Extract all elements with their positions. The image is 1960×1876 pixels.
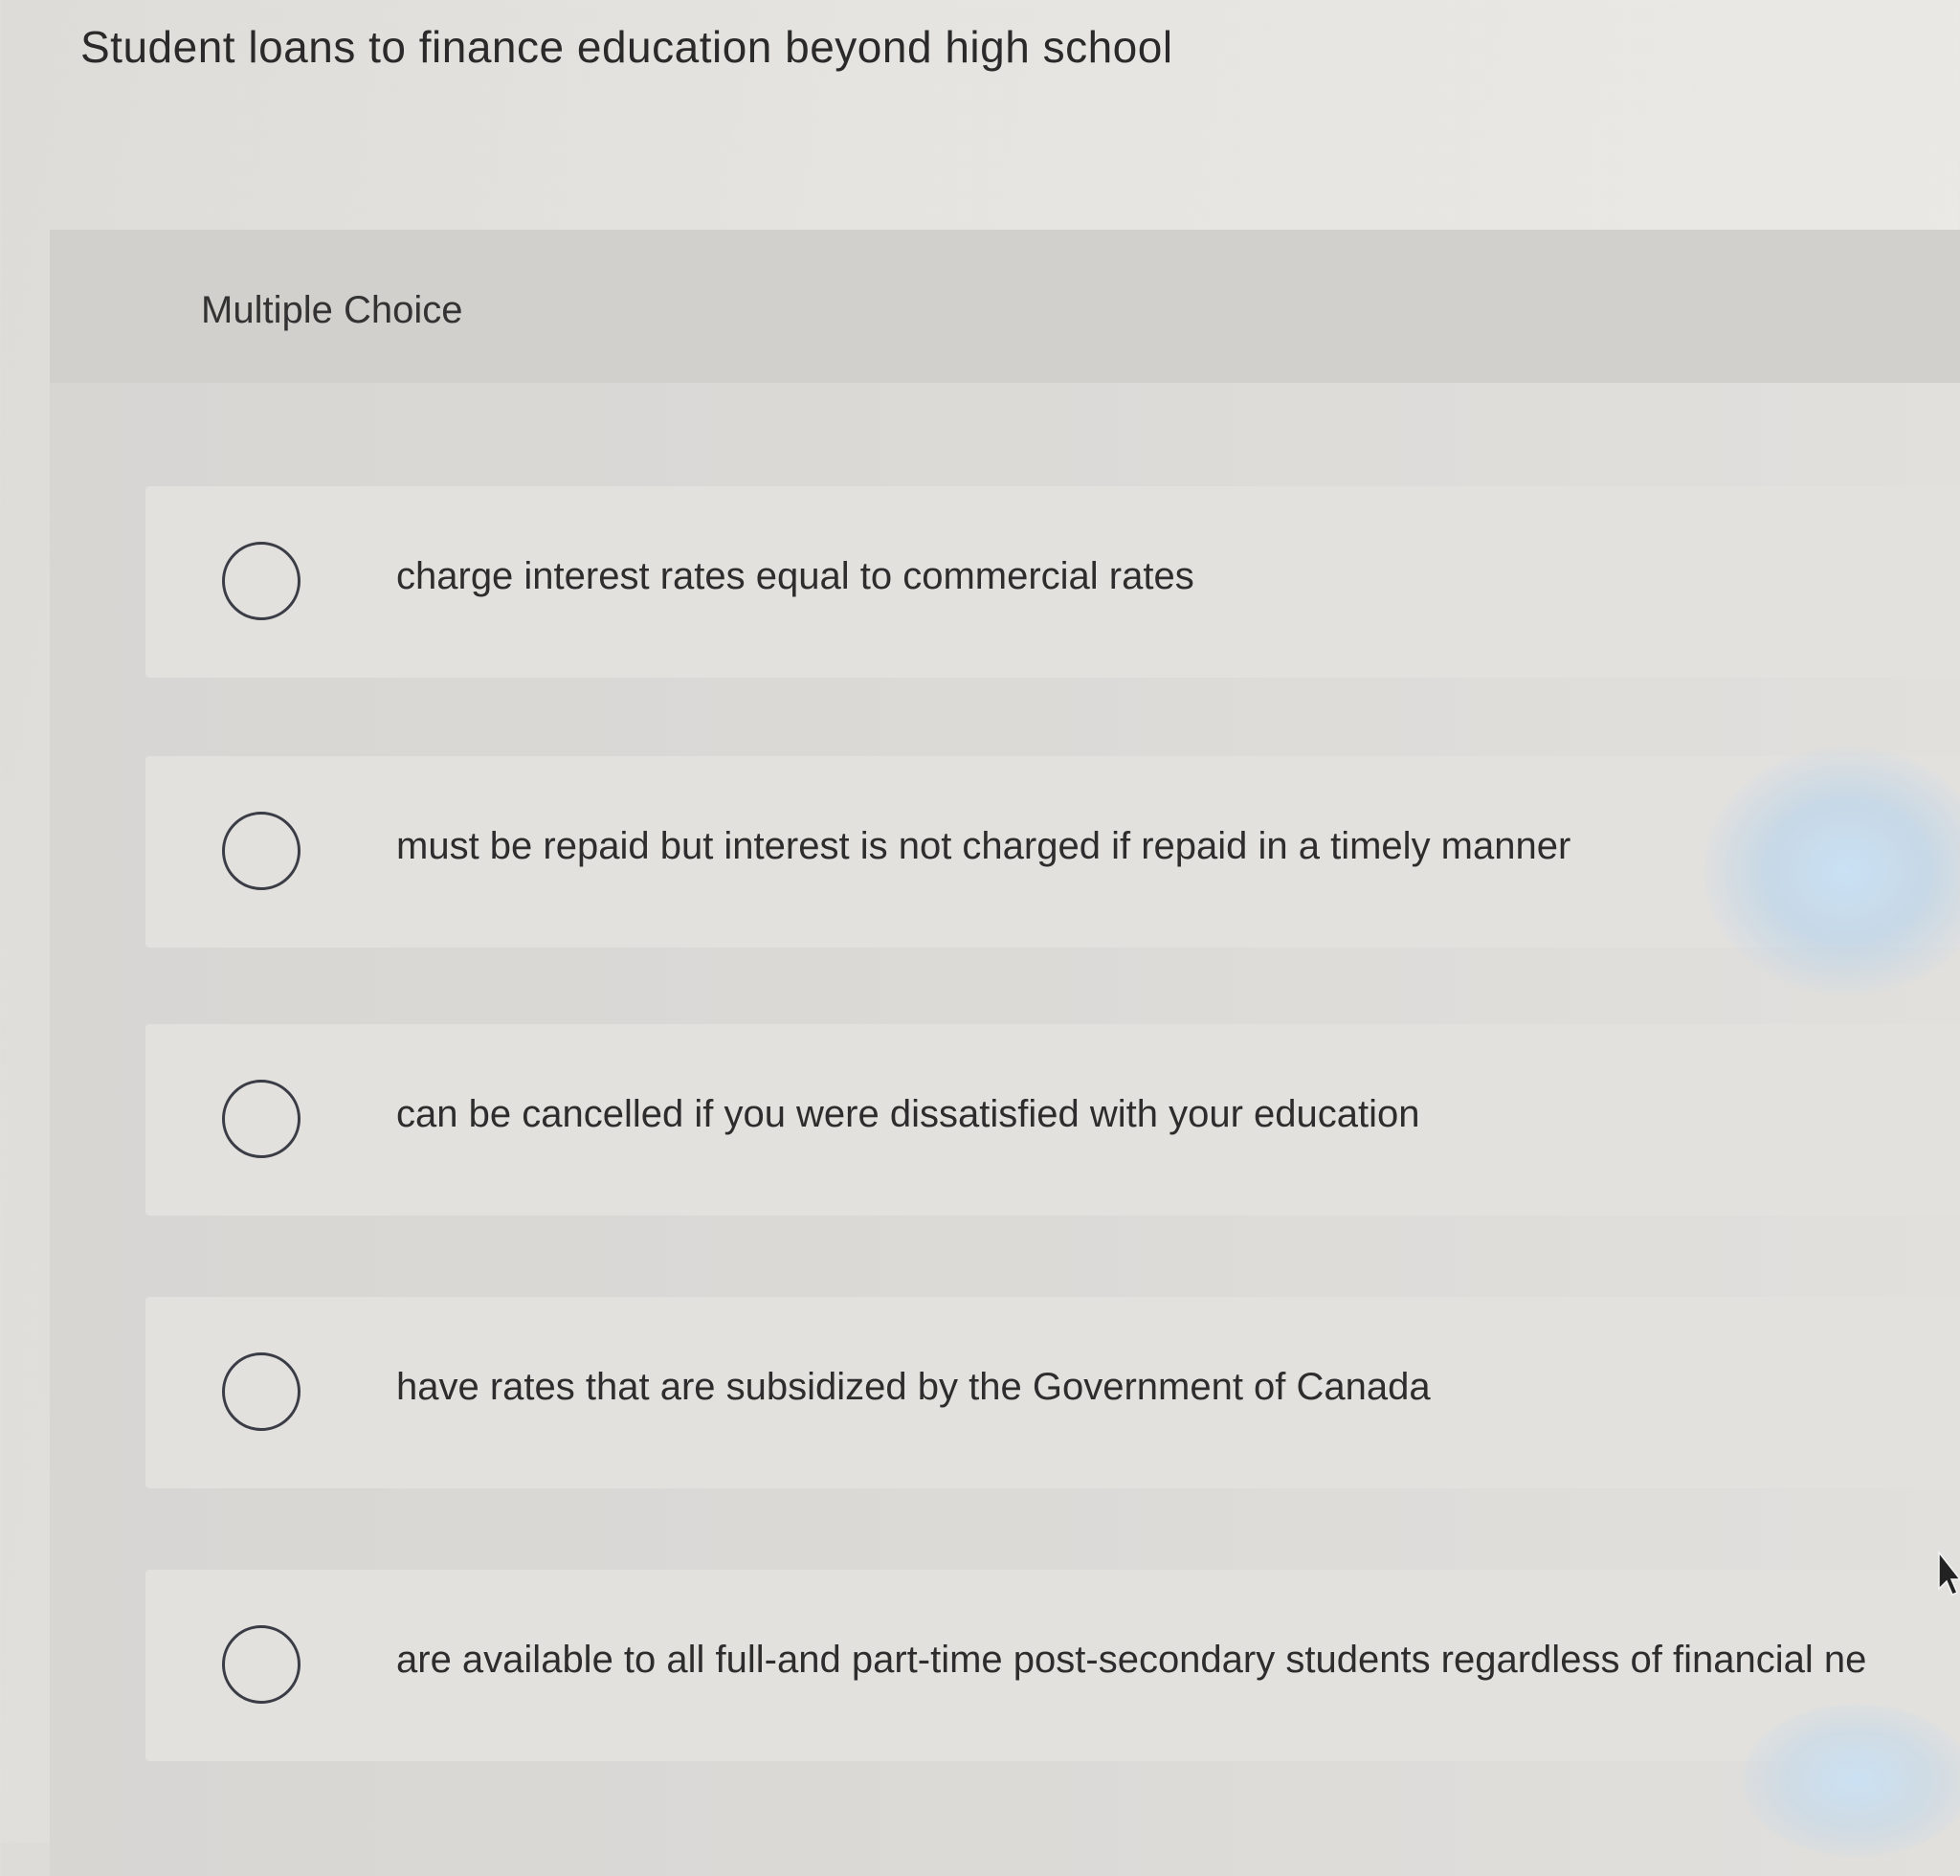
radio-unchecked-icon[interactable]: [222, 1625, 301, 1704]
radio-unchecked-icon[interactable]: [222, 1080, 301, 1158]
choice-label: must be repaid but interest is not charg…: [396, 825, 1571, 867]
question-type-header: Multiple Choice: [50, 230, 1960, 383]
choice-label: can be cancelled if you were dissatisfie…: [396, 1093, 1420, 1135]
radio-unchecked-icon[interactable]: [222, 1352, 301, 1431]
question-stem: Student loans to finance education beyon…: [80, 22, 1173, 72]
mouse-pointer-icon: [1938, 1551, 1960, 1596]
choice-label: charge interest rates equal to commercia…: [396, 555, 1194, 597]
question-type-label: Multiple Choice: [201, 289, 463, 331]
radio-unchecked-icon[interactable]: [222, 812, 301, 890]
choice-option-2[interactable]: must be repaid but interest is not charg…: [145, 756, 1960, 948]
radio-unchecked-icon[interactable]: [222, 542, 301, 620]
choice-option-5[interactable]: are available to all full-and part-time …: [145, 1570, 1960, 1761]
choice-option-3[interactable]: can be cancelled if you were dissatisfie…: [145, 1024, 1960, 1216]
choice-option-1[interactable]: charge interest rates equal to commercia…: [145, 486, 1960, 678]
choice-option-4[interactable]: have rates that are subsidized by the Go…: [145, 1297, 1960, 1488]
choice-label: are available to all full-and part-time …: [396, 1639, 1867, 1681]
question-panel: Multiple Choice charge interest rates eq…: [50, 230, 1960, 1876]
choice-label: have rates that are subsidized by the Go…: [396, 1366, 1431, 1408]
